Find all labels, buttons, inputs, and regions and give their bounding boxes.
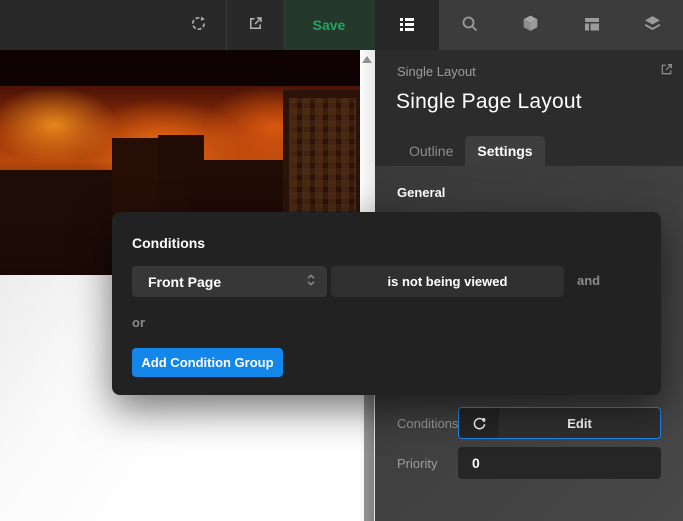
condition-type-select[interactable]: Front Page (132, 266, 327, 297)
reload-icon (189, 14, 208, 36)
condition-select-value: Front Page (148, 274, 221, 290)
tab-settings[interactable]: Settings (465, 136, 544, 166)
priority-label: Priority (397, 456, 437, 471)
layout-button[interactable] (561, 0, 622, 50)
open-layout-button[interactable] (659, 62, 674, 80)
conditions-edit-button[interactable]: Edit (458, 407, 661, 439)
toolbar-left: Save (0, 0, 375, 50)
hero-top-strip (0, 50, 360, 86)
search-button[interactable] (439, 0, 500, 50)
conditions-label: Conditions (397, 416, 458, 431)
scrollbar-thumb[interactable] (364, 395, 374, 521)
scroll-up-arrow-icon[interactable] (362, 56, 372, 63)
or-label: or (132, 315, 145, 330)
export-button[interactable] (227, 0, 283, 50)
top-toolbar: Save (0, 0, 683, 50)
elements-button[interactable] (500, 0, 561, 50)
popover-title: Conditions (132, 235, 205, 251)
list-icon (398, 15, 416, 36)
toolbar-spacer (0, 0, 170, 50)
cube-icon (521, 14, 540, 36)
and-label: and (577, 273, 600, 288)
app-root: Save (0, 0, 683, 521)
search-icon (461, 15, 479, 36)
conditions-popover: Conditions Front Page is not being viewe… (112, 212, 661, 395)
breadcrumb-row: Single Layout (397, 62, 674, 80)
chevron-updown-icon (305, 273, 317, 290)
layers-button[interactable] (622, 0, 683, 50)
layout-icon (583, 15, 601, 36)
panel-header: Single Layout Single Page Layout Outline… (375, 50, 683, 166)
section-header-general: General (397, 185, 445, 200)
save-button[interactable]: Save (283, 0, 375, 50)
external-link-icon (659, 62, 674, 80)
edit-button-label: Edit (499, 408, 660, 438)
toolbar-right (375, 0, 683, 50)
tab-outline[interactable]: Outline (397, 136, 465, 166)
breadcrumb: Single Layout (397, 64, 476, 79)
reload-button[interactable] (170, 0, 226, 50)
refresh-dot-icon (459, 408, 499, 438)
export-icon (247, 15, 264, 35)
condition-state-button[interactable]: is not being viewed (331, 266, 564, 297)
panel-tabs: Outline Settings (397, 136, 545, 166)
layers-icon (643, 14, 662, 36)
page-title: Single Page Layout (396, 90, 582, 114)
layout-list-tab[interactable] (375, 0, 439, 50)
priority-input[interactable] (458, 447, 661, 479)
add-condition-group-button[interactable]: Add Condition Group (132, 348, 283, 377)
